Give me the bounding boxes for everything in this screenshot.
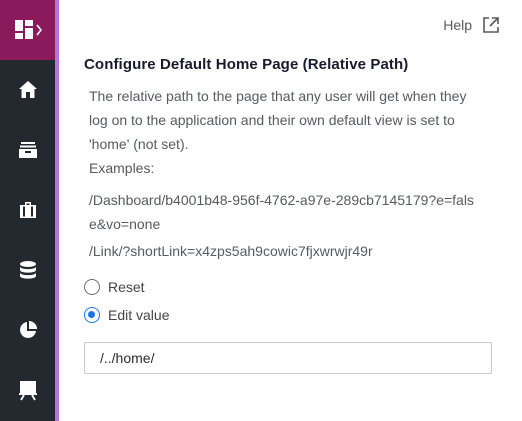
pie-chart-icon — [19, 321, 37, 338]
inbox-icon — [18, 142, 37, 158]
database-icon — [19, 261, 36, 279]
section-title: Configure Default Home Page (Relative Pa… — [84, 56, 409, 73]
edit-value-option[interactable]: Edit value — [84, 307, 169, 323]
briefcase-icon — [19, 202, 36, 218]
presentation-icon — [18, 381, 37, 401]
sidebar-item-inbox[interactable] — [0, 126, 55, 174]
sidebar-item-presentation[interactable] — [0, 366, 55, 414]
help-link[interactable]: Help — [443, 16, 500, 34]
sidebar-item-home[interactable] — [0, 66, 55, 114]
reset-radio[interactable] — [84, 279, 100, 295]
app-switcher-button[interactable] — [0, 0, 55, 60]
sidebar — [0, 0, 55, 421]
help-label: Help — [443, 17, 472, 33]
section-description: The relative path to the page that any u… — [89, 88, 467, 152]
sidebar-item-briefcase[interactable] — [0, 186, 55, 234]
sidebar-item-reports[interactable] — [0, 306, 55, 354]
reset-option[interactable]: Reset — [84, 279, 145, 295]
home-icon — [18, 81, 37, 98]
edit-value-label: Edit value — [108, 307, 170, 323]
example-path-link: /Link/?shortLink=x4zps5ah9cowic7fjxwrwjr… — [89, 243, 373, 259]
main-panel: Help Configure Default Home Page (Relati… — [59, 0, 522, 421]
edit-value-radio[interactable] — [84, 307, 100, 323]
sidebar-item-database[interactable] — [0, 246, 55, 294]
home-path-input[interactable] — [84, 342, 492, 374]
examples-label: Examples: — [89, 160, 155, 176]
dashboard-icon — [14, 20, 42, 39]
example-path-dashboard: /Dashboard/b4001b48-956f-4762-a97e-289cb… — [89, 192, 474, 232]
external-link-icon — [483, 17, 499, 33]
reset-label: Reset — [108, 279, 145, 295]
